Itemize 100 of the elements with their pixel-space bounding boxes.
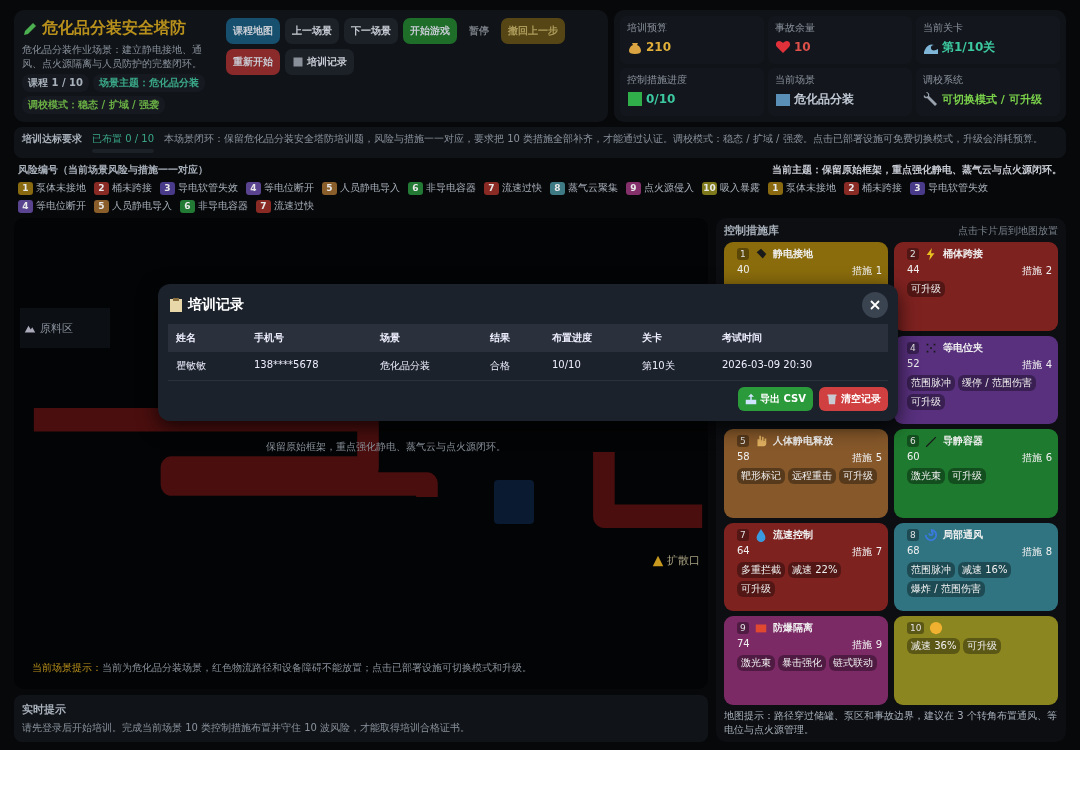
card-tag: 可升级 <box>737 580 775 597</box>
cyclone-icon <box>923 527 938 542</box>
card-number: 2 <box>907 248 919 260</box>
risk-number: 2 <box>94 181 109 195</box>
dialog-button[interactable]: 清空记录 <box>819 387 888 411</box>
measure-card[interactable]: 7 流速控制 64 措施 7 多重拦截 减速 22% 可升级 <box>724 522 888 612</box>
close-button[interactable] <box>862 292 888 318</box>
risk-label: 非导电容器 <box>198 199 248 213</box>
stat-label: 当前场景 <box>775 73 816 87</box>
info-chip: 调校模式：稳态 / 扩域 / 强袭 <box>22 96 166 114</box>
toolbar-button[interactable]: 上一场景 <box>285 18 339 44</box>
risk-number: 9 <box>626 181 641 195</box>
requirement-text: 本场景闭环：保留危化品分装安全塔防培训题，风险与措施一一对应，要求把 10 类措施全部补齐，才能通过认证。调校模式：稳态 / 扩域 / 强袭。点击已部署设施可免费切换模式，升级会消耗预算。 <box>164 132 1044 146</box>
card-number: 1 <box>737 248 749 260</box>
risk-number: 6 <box>408 181 423 195</box>
risk-number: 6 <box>180 199 195 213</box>
column-header: 手机号 <box>253 331 285 345</box>
table-cell-text: 10/10 <box>551 358 582 372</box>
card-name: 桶体跨接 <box>942 247 983 261</box>
risk-label: 泵体未接地 <box>36 181 86 195</box>
risk-number: 1 <box>768 181 783 195</box>
risk-label: 等电位断开 <box>36 199 86 213</box>
card-tag: 爆炸 / 范围伤害 <box>907 580 985 597</box>
card-number: 9 <box>737 622 749 635</box>
toolbar-button[interactable]: 培训记录 <box>285 49 354 75</box>
column-header: 结果 <box>489 331 511 345</box>
card-cost: 64 <box>737 544 750 558</box>
measure-card[interactable]: 6 导静容器 60 措施 6 激光束 可升级 <box>894 429 1058 518</box>
card-measure: 措施 6 <box>1022 451 1052 466</box>
table-cell-text: 2026-03-09 20:30 <box>721 358 814 372</box>
risk-label: 非导电容器 <box>426 181 476 195</box>
stat-label: 当前关卡 <box>923 21 964 35</box>
card-name: 人体静电释放 <box>772 434 833 449</box>
risk-label: 流速过快 <box>502 181 542 195</box>
card-tag: 减速 36% <box>907 638 961 655</box>
stat-label: 控制措施进度 <box>627 73 688 87</box>
risk-number: 4 <box>246 181 261 195</box>
stat-label: 事故余量 <box>775 21 816 35</box>
risk-number: 5 <box>94 199 109 213</box>
card-tag: 可升级 <box>907 393 945 410</box>
card-measure: 措施 5 <box>852 451 882 466</box>
library-hint: 点击卡片后到地图放置 <box>958 223 1058 238</box>
toolbar-button[interactable]: 开始游戏 <box>403 18 457 44</box>
card-measure: 措施 4 <box>1022 357 1052 372</box>
risk-number: 1 <box>18 181 33 195</box>
stat-value: 210 <box>646 40 672 54</box>
risk-number: 3 <box>160 181 175 195</box>
card-measure: 措施 2 <box>1022 264 1052 278</box>
risk-number: 8 <box>550 181 565 195</box>
map-tip: 地图提示：路径穿过储罐、泵区和事故边界，建议在 3 个转角布置通风、等电位与点火源管理。 <box>724 709 1058 737</box>
card-cost: 68 <box>907 544 920 558</box>
zone-label: 原料区 <box>40 320 73 336</box>
risk-label: 蒸气云聚集 <box>568 181 618 195</box>
card-number: 4 <box>907 341 919 354</box>
wrench-icon <box>923 91 939 107</box>
card-tag: 链式联动 <box>829 655 877 672</box>
measure-card[interactable]: 5 人体静电释放 58 措施 5 靶形标记 远程重击 可升级 <box>724 429 888 518</box>
toolbar-button[interactable]: 重新开始 <box>226 49 280 75</box>
scene-description: 危化品分装作业场景：建立静电接地、通风、点火源隔离与人员防护的完整闭环。 <box>22 43 203 70</box>
measure-card[interactable]: 9 防爆隔离 74 措施 9 激光束 暴击强化 链式联动 <box>724 616 888 705</box>
stat-value: 危化品分装 <box>794 91 854 108</box>
app-title: 危化品分装安全塔防 <box>42 18 186 39</box>
card-tag: 可升级 <box>963 638 1002 655</box>
risk-label: 导电软管失效 <box>178 181 238 195</box>
requirement-title: 培训达标要求 <box>22 132 82 146</box>
card-cost: 60 <box>907 451 920 465</box>
table-cell-text: 合格 <box>489 359 511 373</box>
realtime-text: 请先登录后开始培训。完成当前场景 10 类控制措施布置并守住 10 波风险，才能取得培训合格证书。 <box>22 721 472 735</box>
info-chip: 课程 1 / 10 <box>22 74 89 92</box>
card-tag: 可升级 <box>907 281 945 297</box>
risk-number: 3 <box>910 181 925 195</box>
toolbar-button[interactable]: 课程地图 <box>226 18 280 44</box>
risk-label: 点火源侵入 <box>644 181 694 195</box>
realtime-title: 实时提示 <box>22 702 67 717</box>
card-tag: 可升级 <box>948 468 986 485</box>
card-tag: 减速 22% <box>788 561 842 578</box>
card-tag: 靶形标记 <box>737 468 785 485</box>
measure-card[interactable]: 4 等电位夹 52 措施 4 范围脉冲 缓停 / 范围伤害 可升级 <box>894 335 1058 425</box>
wand-icon <box>923 434 938 449</box>
card-tag: 暴击强化 <box>778 655 826 672</box>
column-header: 布置进度 <box>551 331 593 345</box>
card-cost: 58 <box>737 451 750 465</box>
risk-label: 导电软管失效 <box>928 181 988 195</box>
toolbar-button[interactable]: 下一场景 <box>344 18 398 44</box>
card-tag: 多重拦截 <box>737 561 785 578</box>
library-title: 控制措施库 <box>724 223 779 238</box>
stat-label: 培训预算 <box>627 21 668 35</box>
card-name: 防爆隔离 <box>772 621 813 636</box>
heart-icon <box>775 39 791 55</box>
card-tag: 激光束 <box>907 468 945 485</box>
scene-hint: 当前为危化品分装场景，红色物流路径和设备障碍不能放置；点击已部署设施可切换模式和升级。 <box>102 661 532 675</box>
measure-card[interactable]: 10 减速 36% 可升级 <box>894 616 1058 705</box>
measure-card[interactable]: 2 桶体跨接 44 措施 2 可升级 <box>894 242 1058 331</box>
card-number: 10 <box>907 622 925 635</box>
stat-value: 10 <box>794 40 811 54</box>
risk-number: 5 <box>322 181 337 195</box>
pencil-icon <box>22 20 38 37</box>
map-caption: 保留原始框架，重点强化静电、蒸气云与点火源闭环。 <box>266 440 506 454</box>
dialog-button[interactable]: 导出 CSV <box>738 387 813 411</box>
measure-card[interactable]: 8 局部通风 68 措施 8 范围脉冲 减速 16% 爆炸 / 范围伤害 <box>894 522 1058 612</box>
